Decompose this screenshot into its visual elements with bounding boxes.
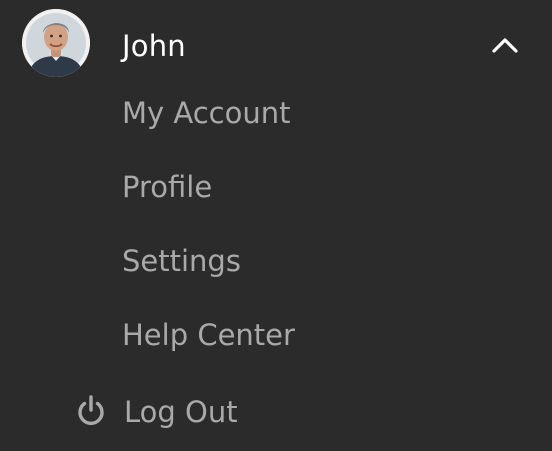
user-menu-panel: John My Account Profile Settings Help Ce… (0, 0, 552, 451)
user-name: John (122, 29, 186, 63)
user-menu-toggle[interactable]: John (0, 0, 552, 90)
menu-item-help-center[interactable]: Help Center (122, 317, 295, 353)
avatar (22, 9, 90, 77)
power-icon (74, 393, 108, 429)
logout-label: Log Out (124, 395, 238, 429)
menu-item-settings[interactable]: Settings (122, 243, 241, 279)
logout-button[interactable]: Log Out (74, 392, 314, 432)
chevron-up-icon[interactable] (490, 34, 520, 56)
menu-item-profile[interactable]: Profile (122, 169, 212, 205)
menu-item-my-account[interactable]: My Account (122, 95, 291, 131)
